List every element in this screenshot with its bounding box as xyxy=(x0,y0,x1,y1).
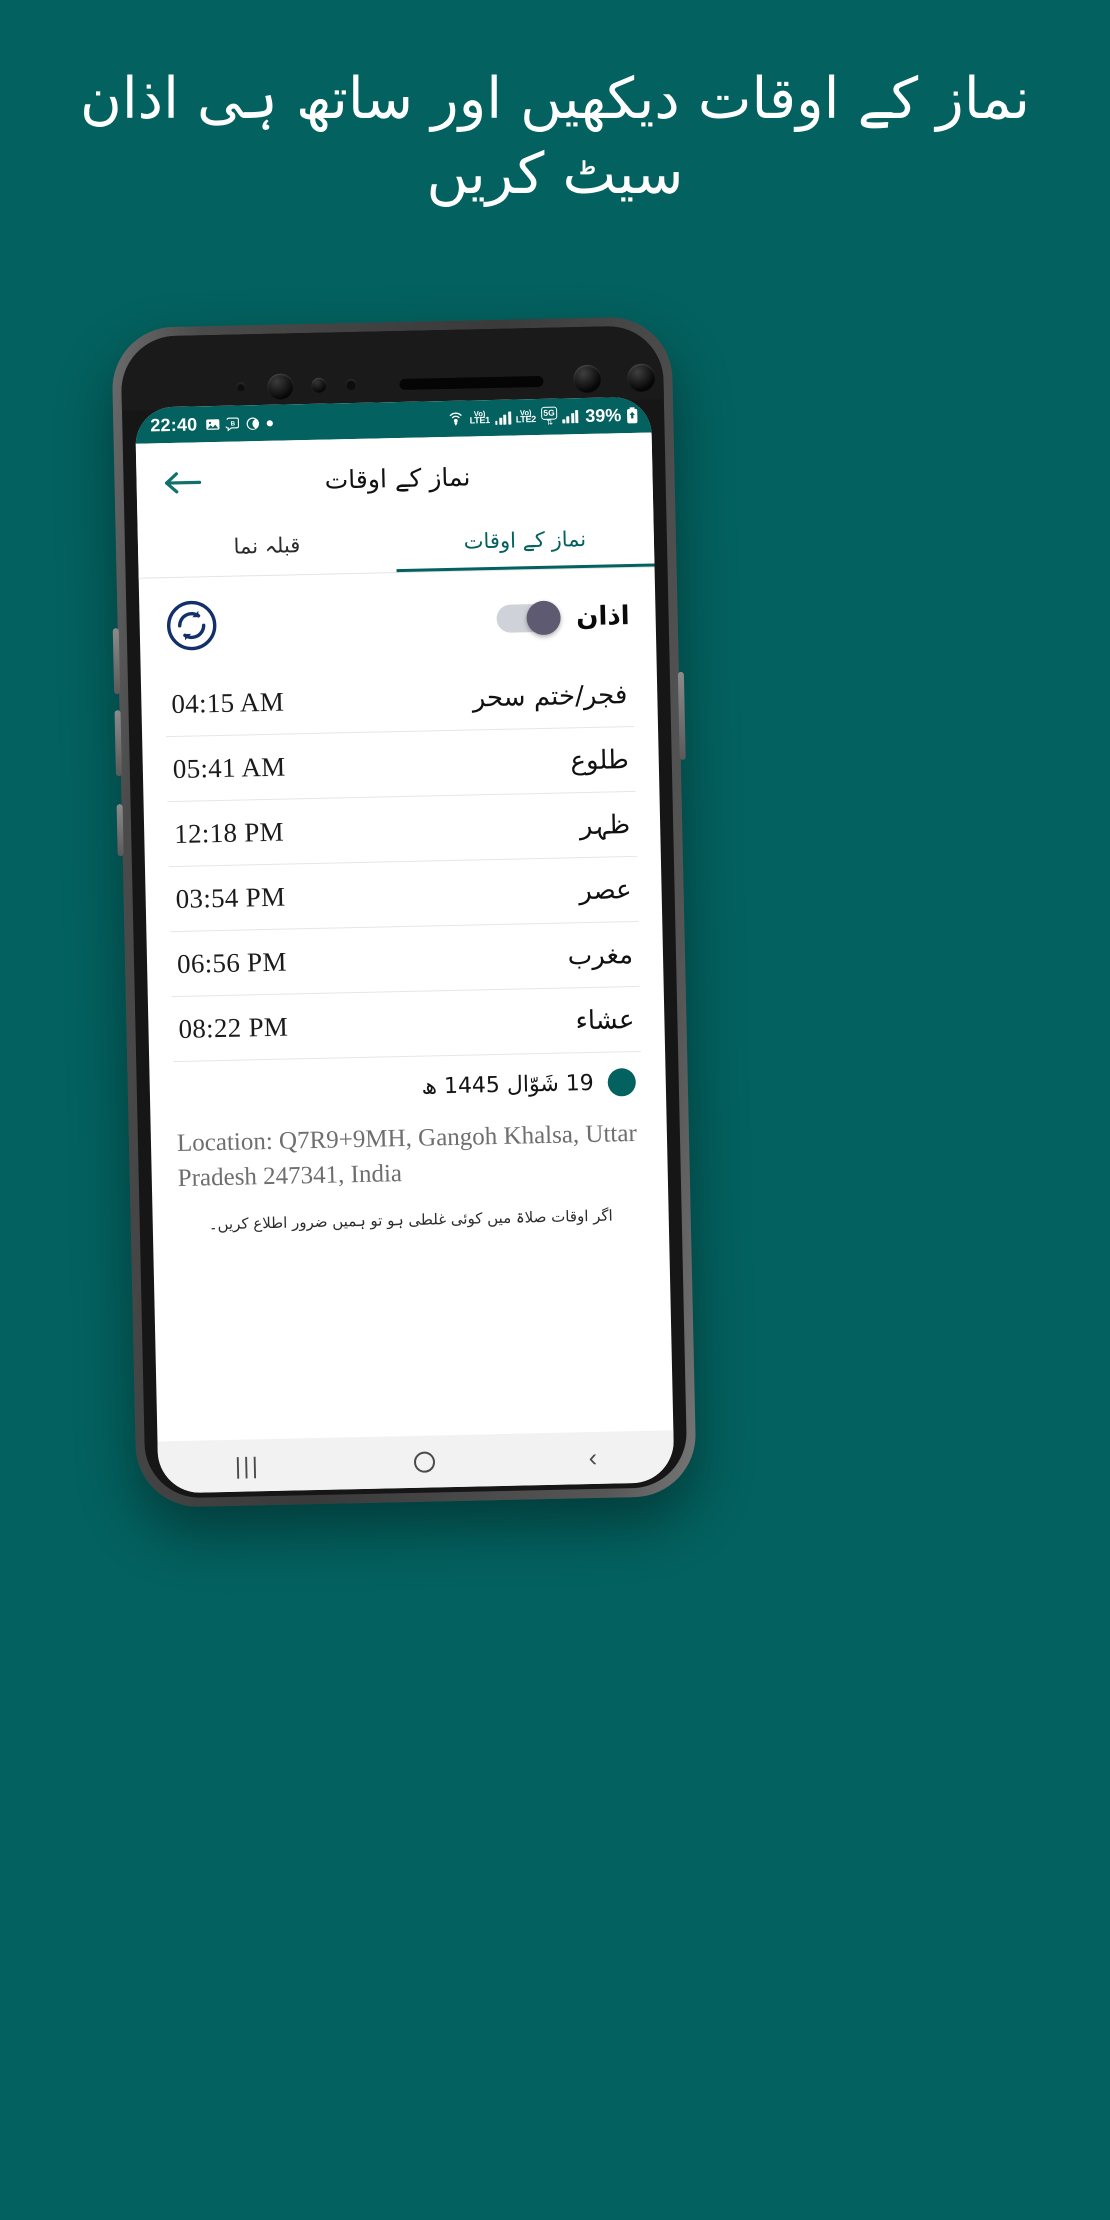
power-button[interactable] xyxy=(677,671,686,760)
page-title: نماز کے اوقات xyxy=(324,461,471,495)
table-row[interactable]: 05:41 AM طلوع xyxy=(166,726,636,803)
prayer-time: 08:22 PM xyxy=(178,1011,289,1044)
signal-bars-1-icon xyxy=(494,411,511,425)
prayer-name: مغرب xyxy=(567,939,634,971)
prayer-name: عشاء xyxy=(575,1004,635,1036)
disclaimer-note: اگر اوقات صلاۃ میں کوئی غلطی ہو تو ہمیں … xyxy=(208,1206,613,1234)
secondary-camera-icon xyxy=(627,363,656,392)
prayer-time: 12:18 PM xyxy=(173,816,285,849)
status-bar-right: Vo) LTE1 Vo) LTE2 5G ⇅ 39% xyxy=(447,404,638,429)
phone-screen: 22:40 B Vo) LTE1 Vo) LTE2 5G ⇅ 39% نماز … xyxy=(134,396,675,1494)
hotspot-icon xyxy=(447,411,464,426)
back-button[interactable] xyxy=(160,459,207,506)
azan-label: اذان xyxy=(575,601,630,633)
refresh-sync-icon xyxy=(167,600,217,651)
home-circle-icon xyxy=(413,1450,436,1473)
light-sensor-icon xyxy=(345,378,357,391)
table-row[interactable]: 08:22 PM عشاء xyxy=(171,986,642,1063)
prayer-times-list: 04:15 AM فجر/ختم سحر 05:41 AM طلوع 12:18… xyxy=(141,661,665,1063)
table-row[interactable]: 04:15 AM فجر/ختم سحر xyxy=(164,661,635,738)
phone-mockup: 22:40 B Vo) LTE1 Vo) LTE2 5G ⇅ 39% نماز … xyxy=(111,316,697,1508)
data-arrows-icon: ⇅ xyxy=(546,417,553,427)
location-text: Location: Q7R9+9MH, Gangoh Khalsa, Uttar… xyxy=(176,1119,638,1192)
prayer-name: طلوع xyxy=(570,744,630,776)
b-badge-icon: B xyxy=(225,416,240,431)
arrow-left-icon xyxy=(164,472,202,494)
app-bar: نماز کے اوقات xyxy=(135,432,654,524)
tab-qibla-compass[interactable]: قبلہ نما xyxy=(137,518,396,578)
sensor-dot-icon xyxy=(236,382,246,392)
iris-scanner-icon xyxy=(573,364,602,394)
home-button[interactable] xyxy=(413,1450,436,1473)
svg-text:B: B xyxy=(231,420,236,427)
prayer-time: 03:54 PM xyxy=(175,881,286,914)
nav-back-button[interactable]: ‹ xyxy=(588,1443,597,1472)
azan-toggle[interactable] xyxy=(495,600,561,636)
battery-icon xyxy=(626,406,638,423)
status-clock: 22:40 xyxy=(150,413,198,435)
azan-toggle-group: اذان xyxy=(495,600,630,636)
table-row[interactable]: 12:18 PM ظہر xyxy=(167,791,637,868)
prayer-name: ظہر xyxy=(579,809,631,841)
volte-2-icon: Vo) LTE2 xyxy=(515,408,537,425)
table-row[interactable]: 06:56 PM مغرب xyxy=(170,921,640,998)
tab-prayer-times[interactable]: نماز کے اوقات xyxy=(395,512,655,573)
prayer-time: 06:56 PM xyxy=(176,946,288,979)
prayer-name: فجر/ختم سحر xyxy=(472,679,628,713)
status-bar-left: 22:40 B xyxy=(150,412,274,436)
proximity-sensor-icon xyxy=(311,377,327,393)
toggle-knob xyxy=(525,600,561,636)
prayer-name: عصر xyxy=(578,874,632,906)
volte-1-icon: Vo) LTE1 xyxy=(469,409,490,426)
front-camera-icon xyxy=(267,373,294,400)
azan-settings-row: اذان xyxy=(139,567,657,672)
image-icon xyxy=(205,416,220,431)
battery-percent: 39% xyxy=(584,404,622,426)
earpiece-speaker-icon xyxy=(399,375,544,390)
signal-bars-2-icon xyxy=(562,409,579,424)
refresh-button[interactable] xyxy=(165,599,218,652)
hijri-date: 19 شَوّال 1445 ھ xyxy=(421,1070,595,1100)
moon-icon xyxy=(245,416,260,431)
promo-headline: نماز کے اوقات دیکھیں اور ساتھ ہی اذان سی… xyxy=(79,66,1031,208)
table-row[interactable]: 03:54 PM عصر xyxy=(168,856,639,933)
prayer-time: 05:41 AM xyxy=(172,751,286,785)
moon-phase-icon xyxy=(607,1067,637,1097)
assistant-button[interactable] xyxy=(116,804,124,857)
recents-button[interactable]: ||| xyxy=(235,1452,261,1480)
5g-badge-icon: 5G ⇅ xyxy=(540,407,558,427)
prayer-time: 04:15 AM xyxy=(171,686,285,720)
dot-icon xyxy=(265,418,274,427)
